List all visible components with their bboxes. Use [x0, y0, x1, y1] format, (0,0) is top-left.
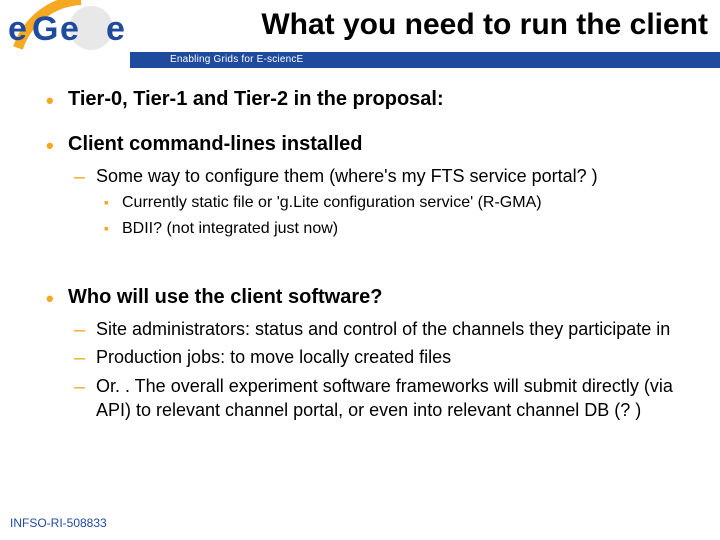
slide-subtitle: Enabling Grids for E-sciencE: [170, 54, 303, 65]
svg-text:e: e: [8, 10, 27, 48]
bullet-l3: Currently static file or 'g.Lite configu…: [96, 192, 680, 214]
svg-text:e: e: [106, 10, 125, 48]
bullet-text: Or. . The overall experiment software fr…: [96, 376, 673, 420]
egee-logo: e G e e: [6, 0, 156, 56]
bullet-l2: Site administrators: status and control …: [68, 317, 680, 341]
slide-title: What you need to run the client: [261, 8, 708, 42]
bullet-l1: Tier-0, Tier-1 and Tier-2 in the proposa…: [40, 86, 680, 113]
bullet-text: Client command-lines installed: [68, 133, 363, 155]
slide: e G e e What you need to run the client …: [0, 0, 720, 540]
spacer: [40, 258, 680, 284]
bullet-text: Tier-0, Tier-1 and Tier-2 in the proposa…: [68, 88, 444, 110]
bullet-text: Who will use the client software?: [68, 286, 382, 308]
svg-text:e: e: [60, 10, 79, 48]
bullet-text: Production jobs: to move locally created…: [96, 347, 451, 367]
bullet-l2: Production jobs: to move locally created…: [68, 345, 680, 369]
bullet-l2: Some way to configure them (where's my F…: [68, 164, 680, 240]
svg-text:G: G: [32, 10, 58, 48]
bullet-l2: Or. . The overall experiment software fr…: [68, 374, 680, 423]
slide-content: Tier-0, Tier-1 and Tier-2 in the proposa…: [0, 68, 720, 540]
bullet-text: BDII? (not integrated just now): [122, 220, 338, 237]
bullet-l1: Who will use the client software? Site a…: [40, 284, 680, 422]
bullet-text: Site administrators: status and control …: [96, 319, 670, 339]
bullet-l1: Client command-lines installed Some way …: [40, 131, 680, 240]
slide-header: e G e e What you need to run the client …: [0, 0, 720, 68]
bullet-l3: BDII? (not integrated just now): [96, 218, 680, 240]
bullet-text: Some way to configure them (where's my F…: [96, 166, 598, 186]
bullet-text: Currently static file or 'g.Lite configu…: [122, 194, 542, 211]
footer-ref: INFSO-RI-508833: [10, 516, 107, 530]
